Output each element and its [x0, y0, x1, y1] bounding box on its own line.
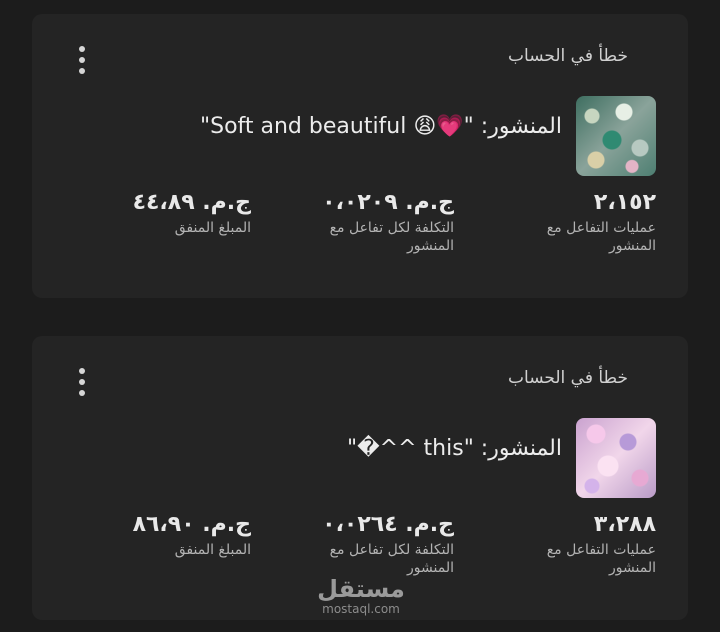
- stat-label: التكلفة لكل تفاعل مع المنشور: [329, 542, 454, 576]
- more-vertical-icon[interactable]: [78, 46, 86, 74]
- stat-label: المبلغ المنفق: [174, 220, 251, 236]
- stat-label: عمليات التفاعل مع المنشور: [546, 220, 656, 254]
- post-thumbnail[interactable]: [576, 96, 656, 176]
- stat-label: التكلفة لكل تفاعل مع المنشور: [329, 220, 454, 254]
- stat-label: المبلغ المنفق: [174, 542, 251, 558]
- stat-engagements: ٢،١٥٢ عمليات التفاعل مع المنشور: [516, 190, 656, 255]
- post-text: المنشور: "this ^^�": [346, 436, 562, 461]
- more-vertical-icon[interactable]: [78, 368, 86, 396]
- stat-engagements: ٣،٢٨٨ عمليات التفاعل مع المنشور: [516, 512, 656, 577]
- post-text: المنشور: "💗😩 Soft and beautiful": [199, 114, 562, 139]
- stat-value: ج.م. ٠،٠٢٠٩: [322, 190, 454, 215]
- stat-value: ج.م. ٨٦،٩٠: [132, 512, 251, 537]
- stat-cost-per-engagement: ج.م. ٠،٠٢٠٩ التكلفة لكل تفاعل مع المنشور: [294, 190, 454, 255]
- stat-value: ٢،١٥٢: [593, 190, 656, 215]
- watermark-logo: مستقل mostaql.com: [316, 576, 406, 616]
- stat-label: عمليات التفاعل مع المنشور: [546, 542, 656, 576]
- status-label: خطأ في الحساب: [508, 46, 628, 66]
- watermark-latin: mostaql.com: [322, 602, 400, 616]
- stat-value: ٣،٢٨٨: [593, 512, 656, 537]
- stat-amount-spent: ج.م. ٤٤،٨٩ المبلغ المنفق: [101, 190, 251, 237]
- status-label: خطأ في الحساب: [508, 368, 628, 388]
- stat-cost-per-engagement: ج.م. ٠،٠٢٦٤ التكلفة لكل تفاعل مع المنشور: [294, 512, 454, 577]
- watermark-arabic: مستقل: [317, 575, 405, 603]
- stat-value: ج.م. ٤٤،٨٩: [132, 190, 251, 215]
- stat-amount-spent: ج.م. ٨٦،٩٠ المبلغ المنفق: [101, 512, 251, 559]
- stat-value: ج.م. ٠،٠٢٦٤: [322, 512, 454, 537]
- ad-card[interactable]: خطأ في الحساب المنشور: "💗😩 Soft and beau…: [32, 14, 688, 298]
- post-thumbnail[interactable]: [576, 418, 656, 498]
